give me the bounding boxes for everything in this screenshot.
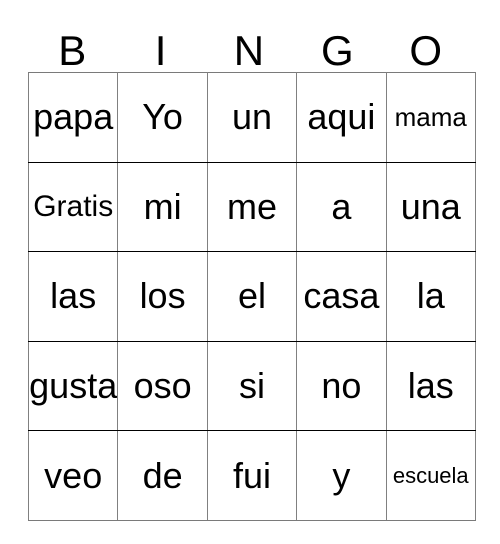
bingo-cell[interactable]: las xyxy=(27,251,119,342)
bingo-cell-label: aqui xyxy=(307,96,376,138)
bingo-cell[interactable]: fui xyxy=(206,430,298,521)
bingo-cell[interactable]: mi xyxy=(117,161,208,253)
bingo-row: papa Yo un aqui mama xyxy=(27,72,476,163)
bingo-cell[interactable]: una xyxy=(385,161,476,253)
bingo-header-cell-b: B xyxy=(28,20,116,72)
bingo-cell-label: papa xyxy=(33,96,114,138)
bingo-row: gusta oso si no las xyxy=(27,340,476,432)
bingo-cell[interactable]: y xyxy=(296,430,387,521)
bingo-cell-label: si xyxy=(238,365,265,407)
bingo-row: veo de fui y escuela xyxy=(27,430,476,521)
bingo-header-letter-b: B xyxy=(58,27,87,74)
bingo-cell[interactable]: el xyxy=(206,251,298,342)
bingo-cell-label: el xyxy=(237,275,266,317)
bingo-card: B I N G O papa Yo un aqui mama Gratis mi xyxy=(27,20,476,521)
bingo-row: las los el casa la xyxy=(27,251,476,342)
bingo-header-cell-g: G xyxy=(293,20,381,72)
bingo-row: Gratis mi me a una xyxy=(27,161,476,253)
bingo-cell-label: mi xyxy=(143,185,182,227)
bingo-cell[interactable]: la xyxy=(385,251,476,342)
bingo-cell[interactable]: gusta xyxy=(27,340,119,432)
bingo-cell[interactable]: las xyxy=(385,340,476,432)
bingo-cell[interactable]: Yo xyxy=(117,72,208,163)
bingo-cell[interactable]: Gratis xyxy=(27,161,119,253)
bingo-header-row: B I N G O xyxy=(28,20,470,72)
bingo-cell[interactable]: un xyxy=(206,72,298,163)
bingo-cell-label: veo xyxy=(44,454,103,496)
bingo-cell[interactable]: aqui xyxy=(296,72,387,163)
bingo-cell[interactable]: los xyxy=(117,251,208,342)
bingo-header-letter-o: O xyxy=(409,27,443,74)
bingo-cell[interactable]: casa xyxy=(296,251,387,342)
bingo-cell[interactable]: papa xyxy=(27,72,119,163)
bingo-header-cell-i: I xyxy=(116,20,204,72)
bingo-cell-label: mama xyxy=(394,102,467,133)
bingo-header-cell-n: N xyxy=(205,20,293,72)
bingo-cell[interactable]: veo xyxy=(27,430,119,521)
bingo-cell-label: las xyxy=(407,365,454,407)
bingo-cell[interactable]: si xyxy=(206,340,298,432)
bingo-cell-label: a xyxy=(331,185,352,227)
bingo-header-cell-o: O xyxy=(382,20,470,72)
bingo-cell-label: un xyxy=(231,96,272,138)
bingo-cell-label: Gratis xyxy=(33,189,114,223)
bingo-cell[interactable]: de xyxy=(117,430,208,521)
bingo-cell-label: la xyxy=(416,275,445,317)
bingo-cell-label: no xyxy=(321,365,362,407)
bingo-header-letter-n: N xyxy=(233,27,265,74)
bingo-cell-label: de xyxy=(142,454,183,496)
bingo-cell-label: los xyxy=(139,275,186,317)
bingo-cell-label: casa xyxy=(303,275,380,317)
bingo-cell-label: Yo xyxy=(142,96,183,138)
bingo-header-letter-i: I xyxy=(154,27,167,74)
bingo-cell-label: me xyxy=(226,185,277,227)
bingo-cell-label: gusta xyxy=(29,365,118,407)
bingo-cell-label: y xyxy=(332,454,351,496)
bingo-cell[interactable]: a xyxy=(296,161,387,253)
bingo-cell[interactable]: escuela xyxy=(385,430,476,521)
bingo-cell[interactable]: mama xyxy=(385,72,476,163)
bingo-cell[interactable]: oso xyxy=(117,340,208,432)
bingo-header-letter-g: G xyxy=(321,27,354,74)
bingo-cell-label: una xyxy=(400,185,461,227)
bingo-cell[interactable]: no xyxy=(296,340,387,432)
bingo-cell-label: las xyxy=(50,275,97,317)
bingo-grid: papa Yo un aqui mama Gratis mi me a una … xyxy=(27,72,476,521)
bingo-cell-label: fui xyxy=(232,454,271,496)
bingo-cell[interactable]: me xyxy=(206,161,298,253)
bingo-cell-label: escuela xyxy=(392,462,469,488)
bingo-cell-label: oso xyxy=(133,365,192,407)
